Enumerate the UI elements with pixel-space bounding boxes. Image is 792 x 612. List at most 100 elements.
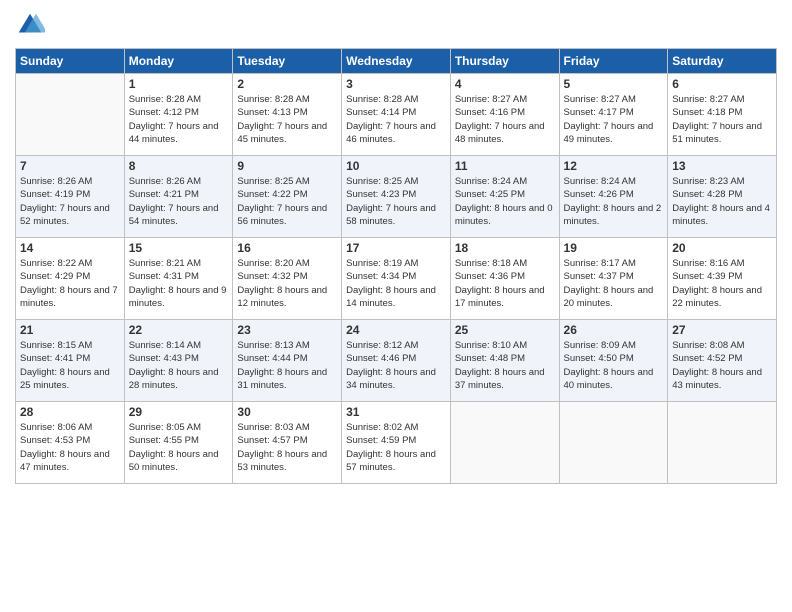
calendar-cell: 14Sunrise: 8:22 AMSunset: 4:29 PMDayligh… (16, 238, 125, 320)
day-number: 19 (564, 241, 664, 255)
day-info: Sunrise: 8:26 AMSunset: 4:21 PMDaylight:… (129, 175, 229, 228)
day-header-tuesday: Tuesday (233, 49, 342, 74)
week-row-1: 1 Sunrise: 8:28 AMSunset: 4:12 PMDaylight… (16, 74, 777, 156)
day-info: Sunrise: 8:20 AMSunset: 4:32 PMDaylight:… (237, 257, 337, 310)
day-info: Sunrise: 8:26 AMSunset: 4:19 PMDaylight:… (20, 175, 120, 228)
calendar-cell: 6Sunrise: 8:27 AMSunset: 4:18 PMDaylight… (668, 74, 777, 156)
calendar-cell: 30 Sunrise: 8:03 AMSunset: 4:57 PMDayligh… (233, 402, 342, 484)
day-header-sunday: Sunday (16, 49, 125, 74)
day-number: 30 (237, 405, 337, 419)
day-info: Sunrise: 8:17 AMSunset: 4:37 PMDaylight:… (564, 257, 664, 310)
calendar-cell: 2 Sunrise: 8:28 AMSunset: 4:13 PMDaylight… (233, 74, 342, 156)
day-number: 7 (20, 159, 120, 173)
day-info: Sunrise: 8:05 AMSunset: 4:55 PMDaylight:… (129, 421, 229, 474)
calendar-cell: 1 Sunrise: 8:28 AMSunset: 4:12 PMDaylight… (124, 74, 233, 156)
day-number: 26 (564, 323, 664, 337)
calendar-cell: 29 Sunrise: 8:05 AMSunset: 4:55 PMDayligh… (124, 402, 233, 484)
day-info: Sunrise: 8:16 AMSunset: 4:39 PMDaylight:… (672, 257, 772, 310)
day-info: Sunrise: 8:02 AMSunset: 4:59 PMDaylight:… (346, 421, 446, 474)
calendar-cell: 18 Sunrise: 8:18 AMSunset: 4:36 PMDayligh… (450, 238, 559, 320)
day-info: Sunrise: 8:03 AMSunset: 4:57 PMDaylight:… (237, 421, 337, 474)
day-number: 31 (346, 405, 446, 419)
calendar-cell: 21Sunrise: 8:15 AMSunset: 4:41 PMDayligh… (16, 320, 125, 402)
calendar-cell (16, 74, 125, 156)
logo-icon (15, 10, 45, 40)
calendar-cell: 3 Sunrise: 8:28 AMSunset: 4:14 PMDaylight… (342, 74, 451, 156)
calendar-cell: 13 Sunrise: 8:23 AMSunset: 4:28 PMDayligh… (668, 156, 777, 238)
calendar-cell: 9Sunrise: 8:25 AMSunset: 4:22 PMDaylight… (233, 156, 342, 238)
day-info: Sunrise: 8:23 AMSunset: 4:28 PMDaylight:… (672, 175, 772, 228)
calendar-cell: 19 Sunrise: 8:17 AMSunset: 4:37 PMDayligh… (559, 238, 668, 320)
day-info: Sunrise: 8:09 AMSunset: 4:50 PMDaylight:… (564, 339, 664, 392)
calendar-cell: 12 Sunrise: 8:24 AMSunset: 4:26 PMDayligh… (559, 156, 668, 238)
day-info: Sunrise: 8:28 AMSunset: 4:12 PMDaylight:… (129, 93, 229, 146)
calendar-cell: 15 Sunrise: 8:21 AMSunset: 4:31 PMDayligh… (124, 238, 233, 320)
calendar-cell: 17Sunrise: 8:19 AMSunset: 4:34 PMDayligh… (342, 238, 451, 320)
header-row: SundayMondayTuesdayWednesdayThursdayFrid… (16, 49, 777, 74)
day-info: Sunrise: 8:27 AMSunset: 4:16 PMDaylight:… (455, 93, 555, 146)
day-number: 22 (129, 323, 229, 337)
calendar-cell: 8 Sunrise: 8:26 AMSunset: 4:21 PMDaylight… (124, 156, 233, 238)
day-info: Sunrise: 8:10 AMSunset: 4:48 PMDaylight:… (455, 339, 555, 392)
logo (15, 10, 47, 40)
day-number: 20 (672, 241, 772, 255)
calendar-table: SundayMondayTuesdayWednesdayThursdayFrid… (15, 48, 777, 484)
day-header-monday: Monday (124, 49, 233, 74)
page: SundayMondayTuesdayWednesdayThursdayFrid… (0, 0, 792, 612)
day-info: Sunrise: 8:25 AMSunset: 4:23 PMDaylight:… (346, 175, 446, 228)
day-header-saturday: Saturday (668, 49, 777, 74)
day-number: 6 (672, 77, 772, 91)
day-header-thursday: Thursday (450, 49, 559, 74)
week-row-2: 7 Sunrise: 8:26 AMSunset: 4:19 PMDaylight… (16, 156, 777, 238)
day-info: Sunrise: 8:24 AMSunset: 4:25 PMDaylight:… (455, 175, 555, 228)
day-number: 5 (564, 77, 664, 91)
week-row-4: 21Sunrise: 8:15 AMSunset: 4:41 PMDayligh… (16, 320, 777, 402)
day-number: 12 (564, 159, 664, 173)
day-info: Sunrise: 8:28 AMSunset: 4:13 PMDaylight:… (237, 93, 337, 146)
day-number: 24 (346, 323, 446, 337)
day-info: Sunrise: 8:21 AMSunset: 4:31 PMDaylight:… (129, 257, 229, 310)
day-number: 10 (346, 159, 446, 173)
day-info: Sunrise: 8:24 AMSunset: 4:26 PMDaylight:… (564, 175, 664, 228)
day-number: 29 (129, 405, 229, 419)
calendar-cell: 24Sunrise: 8:12 AMSunset: 4:46 PMDayligh… (342, 320, 451, 402)
day-number: 25 (455, 323, 555, 337)
day-number: 13 (672, 159, 772, 173)
day-number: 3 (346, 77, 446, 91)
day-number: 21 (20, 323, 120, 337)
day-info: Sunrise: 8:19 AMSunset: 4:34 PMDaylight:… (346, 257, 446, 310)
day-info: Sunrise: 8:14 AMSunset: 4:43 PMDaylight:… (129, 339, 229, 392)
header (15, 10, 777, 40)
day-info: Sunrise: 8:27 AMSunset: 4:17 PMDaylight:… (564, 93, 664, 146)
calendar-cell: 23Sunrise: 8:13 AMSunset: 4:44 PMDayligh… (233, 320, 342, 402)
calendar-cell: 20 Sunrise: 8:16 AMSunset: 4:39 PMDayligh… (668, 238, 777, 320)
day-info: Sunrise: 8:28 AMSunset: 4:14 PMDaylight:… (346, 93, 446, 146)
calendar-cell: 4 Sunrise: 8:27 AMSunset: 4:16 PMDaylight… (450, 74, 559, 156)
calendar-cell: 16 Sunrise: 8:20 AMSunset: 4:32 PMDayligh… (233, 238, 342, 320)
day-number: 11 (455, 159, 555, 173)
calendar-cell: 10 Sunrise: 8:25 AMSunset: 4:23 PMDayligh… (342, 156, 451, 238)
day-info: Sunrise: 8:08 AMSunset: 4:52 PMDaylight:… (672, 339, 772, 392)
calendar-cell: 27 Sunrise: 8:08 AMSunset: 4:52 PMDayligh… (668, 320, 777, 402)
calendar-cell: 31 Sunrise: 8:02 AMSunset: 4:59 PMDayligh… (342, 402, 451, 484)
day-number: 16 (237, 241, 337, 255)
day-number: 4 (455, 77, 555, 91)
day-number: 15 (129, 241, 229, 255)
day-number: 27 (672, 323, 772, 337)
calendar-cell: 26 Sunrise: 8:09 AMSunset: 4:50 PMDayligh… (559, 320, 668, 402)
calendar-cell: 22 Sunrise: 8:14 AMSunset: 4:43 PMDayligh… (124, 320, 233, 402)
day-number: 2 (237, 77, 337, 91)
day-header-friday: Friday (559, 49, 668, 74)
day-info: Sunrise: 8:13 AMSunset: 4:44 PMDaylight:… (237, 339, 337, 392)
day-number: 9 (237, 159, 337, 173)
calendar-cell: 11 Sunrise: 8:24 AMSunset: 4:25 PMDayligh… (450, 156, 559, 238)
day-info: Sunrise: 8:22 AMSunset: 4:29 PMDaylight:… (20, 257, 120, 310)
day-number: 8 (129, 159, 229, 173)
day-info: Sunrise: 8:18 AMSunset: 4:36 PMDaylight:… (455, 257, 555, 310)
day-info: Sunrise: 8:06 AMSunset: 4:53 PMDaylight:… (20, 421, 120, 474)
day-number: 18 (455, 241, 555, 255)
week-row-5: 28 Sunrise: 8:06 AMSunset: 4:53 PMDayligh… (16, 402, 777, 484)
day-number: 28 (20, 405, 120, 419)
day-number: 1 (129, 77, 229, 91)
calendar-cell: 7 Sunrise: 8:26 AMSunset: 4:19 PMDaylight… (16, 156, 125, 238)
